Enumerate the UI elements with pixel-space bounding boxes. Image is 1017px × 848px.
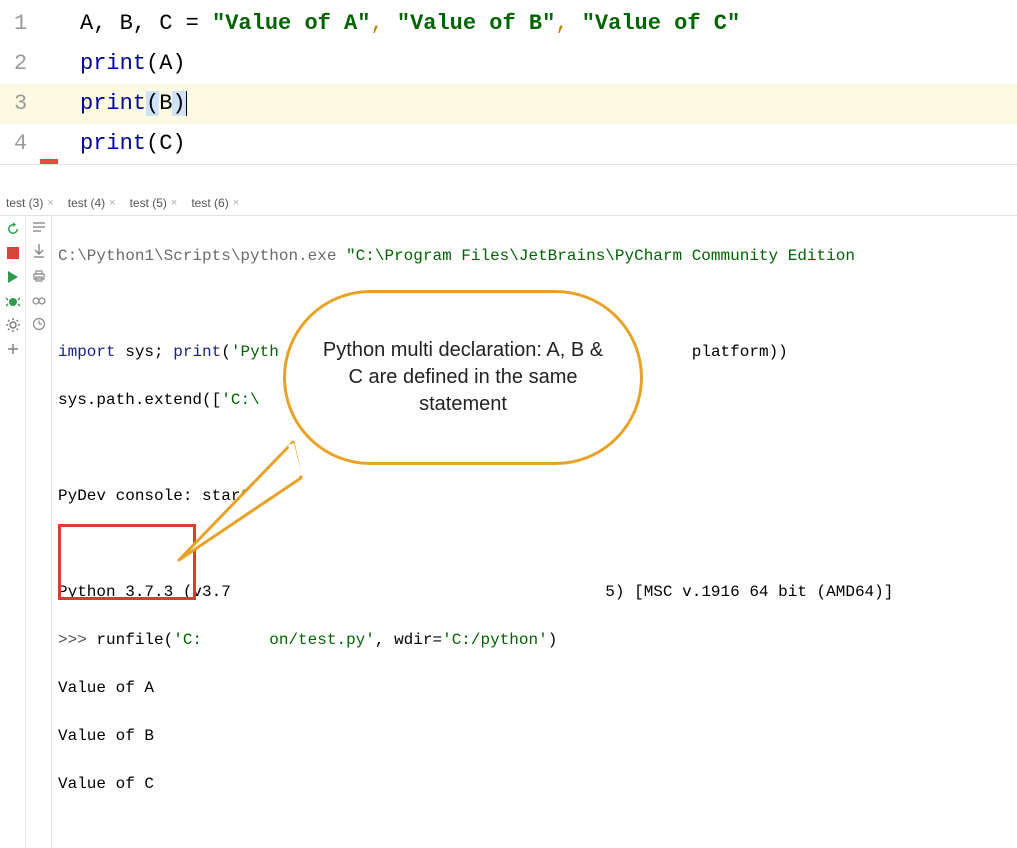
line-number: 1 xyxy=(0,4,70,44)
resize-handle-marker xyxy=(40,159,58,164)
output-line: Value of C xyxy=(58,772,1011,796)
scroll-to-end-icon[interactable] xyxy=(33,244,45,263)
add-icon[interactable] xyxy=(4,340,22,358)
close-icon[interactable]: × xyxy=(233,197,239,209)
run-tab-test-4[interactable]: test (4)× xyxy=(68,196,116,210)
run-config-tabs: test (3)× test (4)× test (5)× test (6)× xyxy=(0,190,1017,216)
close-icon[interactable]: × xyxy=(47,197,53,209)
line-number: 4 xyxy=(0,124,70,164)
python-version-c: 5) [MSC v.1916 64 bit (AMD64)] xyxy=(605,583,893,601)
bug-icon[interactable] xyxy=(4,292,22,310)
code-line-3[interactable]: print(B) xyxy=(70,84,1017,124)
line-number: 3 xyxy=(0,84,70,124)
callout-tail xyxy=(173,432,313,572)
annotation-callout: Python multi declaration: A, B & C are d… xyxy=(283,290,643,465)
callout-text: Python multi declaration: A, B & C are d… xyxy=(316,337,610,418)
run-tab-test-5[interactable]: test (5)× xyxy=(130,196,178,210)
panel-splitter[interactable] xyxy=(0,164,1017,190)
line-gutter: 1 2 3 4 xyxy=(0,0,70,164)
output-line: Value of A xyxy=(58,676,1011,700)
toggle-soft-wrap-icon[interactable] xyxy=(32,220,46,238)
output-line: Value of B xyxy=(58,724,1011,748)
stop-icon[interactable] xyxy=(4,244,22,262)
code-editor[interactable]: 1 2 3 4 A, B, C = "Value of A", "Value o… xyxy=(0,0,1017,164)
show-variables-icon[interactable] xyxy=(32,293,46,311)
console-toolbar-left xyxy=(0,216,26,848)
run-tab-test-3[interactable]: test (3)× xyxy=(6,196,54,210)
history-icon[interactable] xyxy=(32,317,46,336)
play-icon[interactable] xyxy=(4,268,22,286)
console-command-path: C:\Python1\Scripts\python.exe xyxy=(58,247,346,265)
console-command-arg: "C:\Program Files\JetBrains\PyCharm Comm… xyxy=(346,247,855,265)
code-line-4[interactable]: print(C) xyxy=(70,124,1017,164)
rerun-icon[interactable] xyxy=(4,220,22,238)
code-line-1[interactable]: A, B, C = "Value of A", "Value of B", "V… xyxy=(70,4,1017,44)
repl-prompt: >>> xyxy=(58,631,96,649)
python-version-a: Python 3.7.3 (v3.7 xyxy=(58,583,231,601)
close-icon[interactable]: × xyxy=(109,197,115,209)
code-area[interactable]: A, B, C = "Value of A", "Value of B", "V… xyxy=(70,0,1017,164)
code-line-2[interactable]: print(A) xyxy=(70,44,1017,84)
line-number: 2 xyxy=(0,44,70,84)
print-icon[interactable] xyxy=(32,269,46,287)
close-icon[interactable]: × xyxy=(171,197,177,209)
console-toolbar-secondary xyxy=(26,216,52,848)
run-tab-test-6[interactable]: test (6)× xyxy=(191,196,239,210)
settings-icon[interactable] xyxy=(4,316,22,334)
